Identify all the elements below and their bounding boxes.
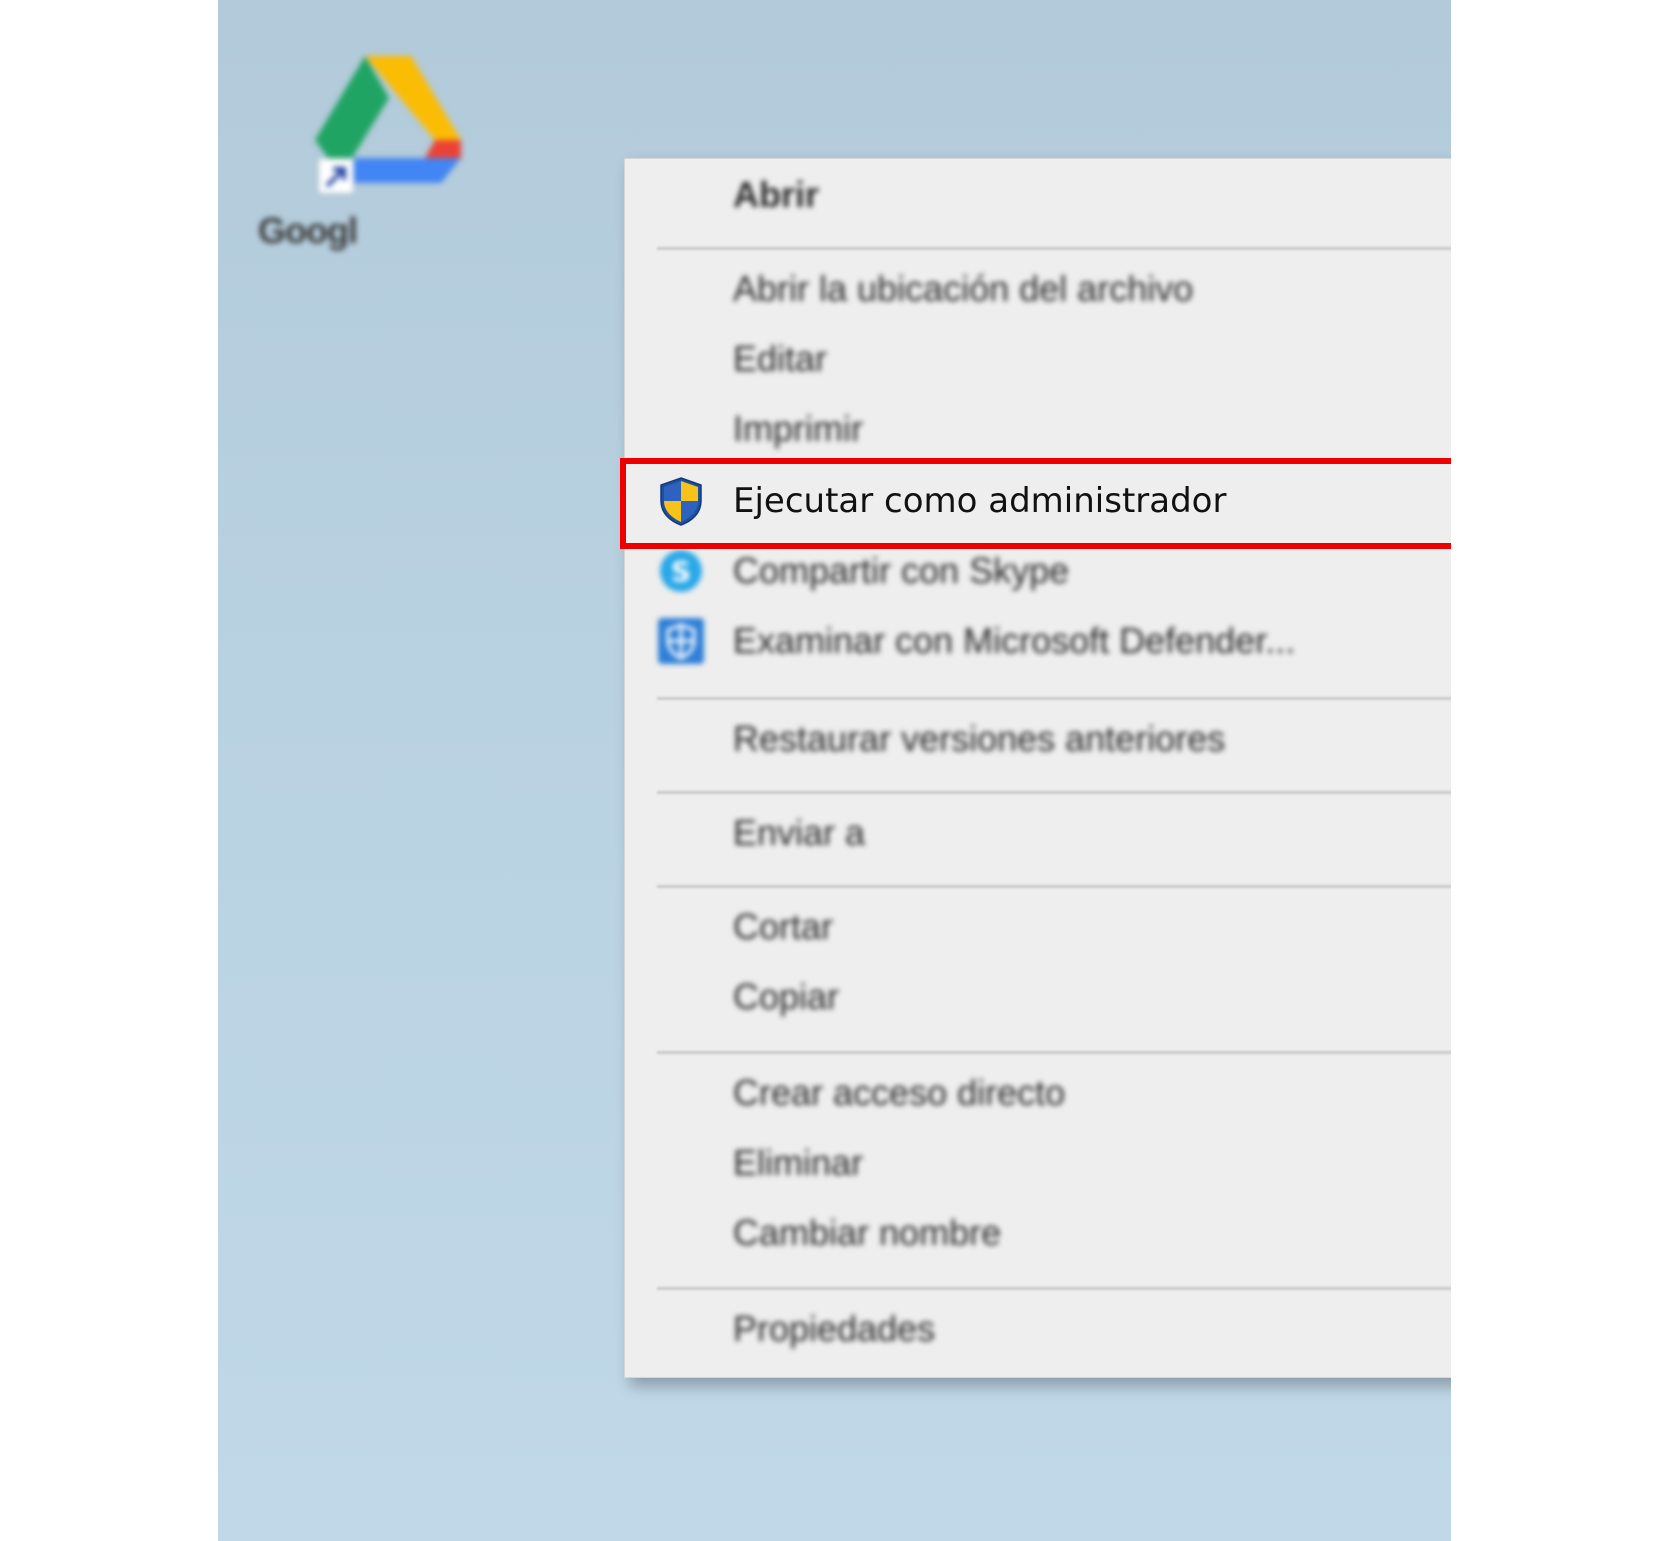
menu-item-ejecutar-como-administrador[interactable]: Ejecutar como administrador	[625, 469, 1451, 533]
menu-item-label: Restaurar versiones anteriores	[733, 718, 1226, 759]
skype-icon: S	[655, 545, 707, 597]
desktop-background: Googl Abrir Abrir la ubicación del archi…	[218, 0, 1451, 1541]
menu-item-examinar-defender[interactable]: Examinar con Microsoft Defender...	[625, 609, 1451, 673]
menu-separator	[657, 885, 1451, 888]
menu-item-propiedades[interactable]: Propiedades	[625, 1297, 1451, 1361]
menu-item-abrir-ubicacion[interactable]: Abrir la ubicación del archivo	[625, 257, 1451, 321]
menu-item-label: Eliminar	[733, 1142, 864, 1183]
menu-separator	[657, 791, 1451, 794]
desktop-shortcut[interactable]: Googl	[258, 40, 461, 260]
menu-item-compartir-skype[interactable]: S Compartir con Skype	[625, 539, 1451, 603]
menu-item-copiar[interactable]: Copiar	[625, 965, 1451, 1029]
menu-item-label: Examinar con Microsoft Defender...	[733, 620, 1296, 661]
menu-item-label: Propiedades	[733, 1308, 936, 1349]
menu-item-crear-acceso-directo[interactable]: Crear acceso directo	[625, 1061, 1451, 1125]
shortcut-label: Googl	[258, 210, 358, 251]
menu-item-label: Abrir la ubicación del archivo	[733, 268, 1194, 309]
menu-item-label: Crear acceso directo	[733, 1072, 1066, 1113]
menu-separator	[657, 697, 1451, 700]
menu-item-label: Ejecutar como administrador	[733, 481, 1227, 521]
menu-separator	[657, 247, 1451, 250]
shortcut-arrow-icon	[318, 158, 354, 194]
menu-item-label: Cortar	[733, 906, 834, 947]
menu-item-label: Editar	[733, 338, 828, 379]
menu-item-abrir[interactable]: Abrir	[625, 163, 1451, 227]
context-menu: Abrir Abrir la ubicación del archivo Edi…	[624, 158, 1451, 1378]
menu-separator	[657, 1051, 1451, 1054]
menu-item-imprimir[interactable]: Imprimir	[625, 397, 1451, 461]
uac-shield-icon	[655, 475, 707, 527]
menu-item-cortar[interactable]: Cortar	[625, 895, 1451, 959]
menu-item-eliminar[interactable]: Eliminar	[625, 1131, 1451, 1195]
menu-item-label: Cambiar nombre	[733, 1212, 1002, 1253]
menu-item-enviar-a[interactable]: Enviar a	[625, 801, 1451, 865]
menu-item-label: Abrir	[733, 174, 820, 215]
menu-item-restaurar-versiones[interactable]: Restaurar versiones anteriores	[625, 707, 1451, 771]
menu-item-label: Compartir con Skype	[733, 550, 1070, 591]
menu-separator	[657, 1287, 1451, 1290]
menu-item-cambiar-nombre[interactable]: Cambiar nombre	[625, 1201, 1451, 1265]
screenshot-stage: Googl Abrir Abrir la ubicación del archi…	[0, 0, 1667, 1541]
menu-item-label: Imprimir	[733, 408, 863, 449]
svg-text:S: S	[671, 555, 691, 588]
menu-item-label: Enviar a	[733, 812, 866, 853]
menu-item-editar[interactable]: Editar	[625, 327, 1451, 391]
menu-item-label: Copiar	[733, 976, 840, 1017]
defender-icon	[655, 615, 707, 667]
